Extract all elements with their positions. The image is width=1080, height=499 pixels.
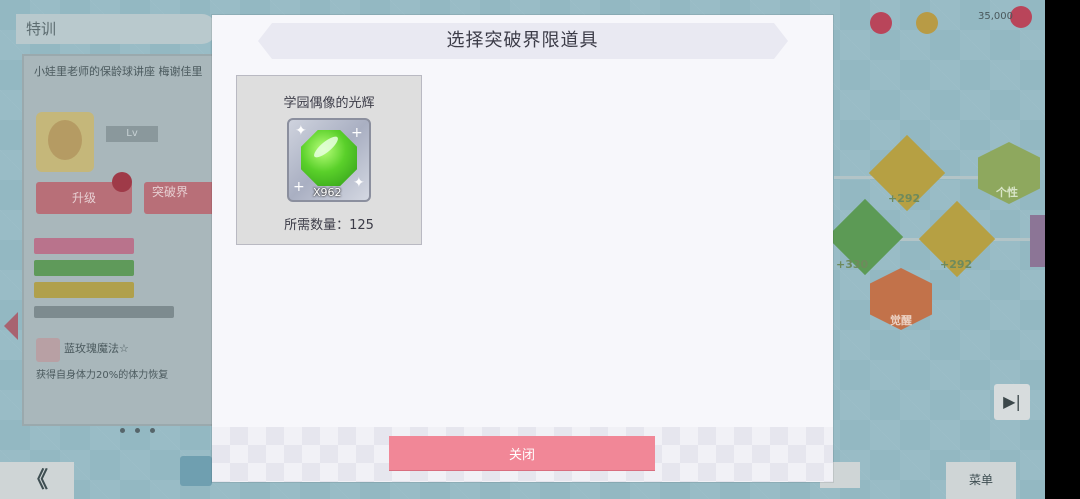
page-dots (120, 418, 165, 437)
add-icon (870, 12, 892, 34)
item-card[interactable]: 学园偶像的光辉 ✦ + + ✦ X962 所需数量：125 (236, 75, 422, 245)
medal-icon (916, 12, 938, 34)
required-quantity: 所需数量：125 (284, 218, 374, 233)
stat-bar-appeal (34, 238, 134, 254)
node-bonus: +330 (836, 258, 869, 271)
dialog-title: 选择突破界限道具 (446, 30, 599, 51)
sparkle-icon: ✦ (353, 175, 365, 191)
skip-button: ▶| (994, 384, 1030, 420)
card-title: 小娃里老师的保龄球讲座 梅谢佳里 (34, 65, 203, 78)
stat-bar-stamina (34, 260, 134, 276)
green-gem-icon: ✦ + + ✦ X962 (287, 118, 371, 202)
item-name: 学园偶像的光辉 (283, 96, 375, 111)
node-label: 觉醒 (890, 314, 912, 327)
skill-description: 获得自身体力20%的体力恢复 (36, 370, 169, 381)
card-detail-panel: 小娃里老师的保龄球讲座 梅谢佳里 Lv 升级 突破界 蓝玫瑰魔法☆ 获得自身体力… (22, 54, 216, 433)
sparkle-icon: + (351, 125, 363, 141)
back-button: 《 (0, 462, 74, 499)
bottom-tab (180, 456, 212, 486)
sparkle-icon: + (293, 179, 305, 195)
currency-count: 35,000 (978, 11, 1013, 22)
limit-break-item-dialog: 选择突破界限道具 学园偶像的光辉 ✦ + + ✦ X962 所需数量：125 关… (212, 15, 833, 482)
card-avatar (36, 112, 94, 172)
sparkle-icon: ✦ (295, 123, 307, 139)
add-currency-icon (1010, 6, 1032, 28)
item-quantity: X962 (313, 186, 342, 199)
alert-badge (112, 172, 132, 192)
stat-bar-technique (34, 282, 134, 298)
node-label: 个性 (996, 186, 1018, 199)
node-bonus: +292 (940, 258, 973, 271)
skill-icon (36, 338, 60, 362)
skill-name: 蓝玫瑰魔法☆ (64, 342, 129, 355)
side-tab (1030, 215, 1046, 267)
close-button[interactable]: 关闭 (389, 436, 655, 470)
level-label: Lv (106, 126, 158, 142)
menu-button: 菜单 (946, 462, 1016, 499)
prev-arrow-icon (4, 312, 18, 340)
limit-break-button: 突破界 (144, 182, 216, 214)
top-tab: 特训 (16, 14, 216, 44)
node-bonus: +292 (888, 192, 921, 205)
exp-bar (34, 306, 174, 318)
screen-edge (1045, 0, 1080, 499)
